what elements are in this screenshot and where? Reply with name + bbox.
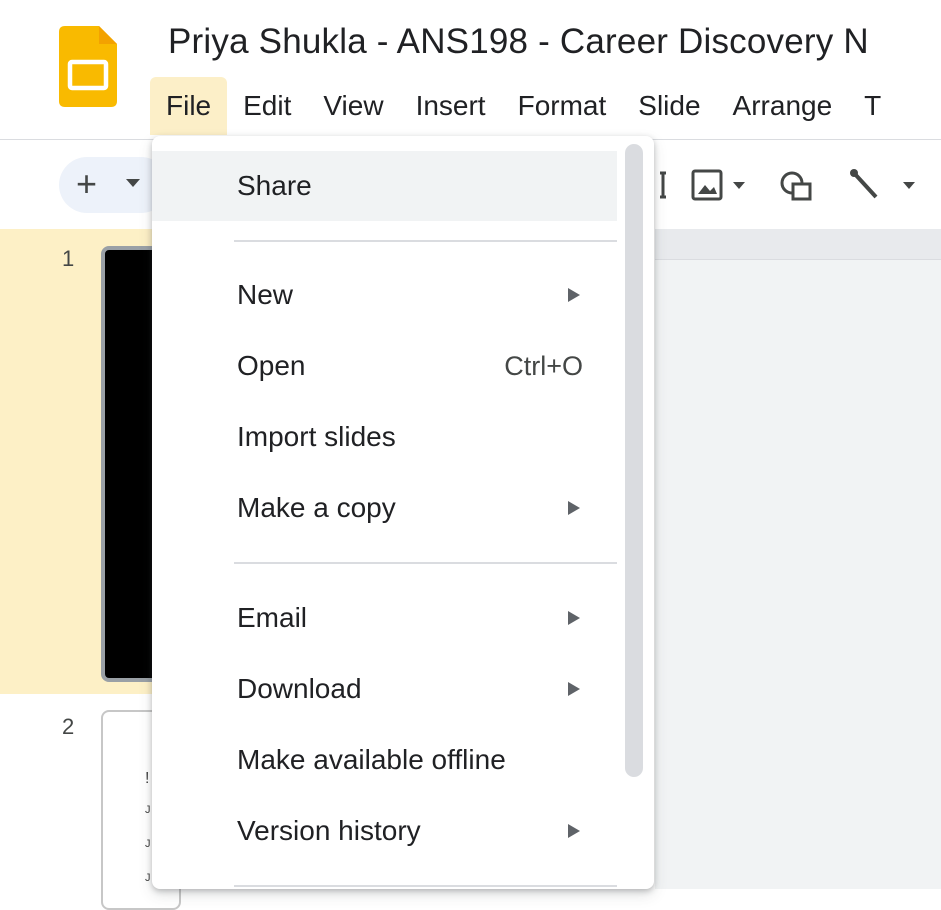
thumbnail-text: J [145,838,151,850]
menu-separator [234,885,617,887]
document-title[interactable]: Priya Shukla - ANS198 - Career Discovery… [168,22,869,62]
menu-item-label: Make available offline [237,744,506,775]
menu-item-share[interactable]: Share [152,151,617,221]
thumbnail-text: ! [145,770,150,787]
menu-item-label: Version history [237,815,421,846]
keyboard-shortcut: Ctrl+O [504,350,583,381]
line-icon[interactable] [846,163,915,207]
image-icon[interactable] [690,163,745,207]
menu-arrange[interactable]: Arrange [717,77,849,135]
menu-slide[interactable]: Slide [622,77,716,135]
menu-item-label: Make a copy [237,492,396,523]
menu-item-label: New [237,279,294,310]
menu-item-open[interactable]: Open Ctrl+O [152,331,617,401]
slides-logo-icon[interactable] [59,26,117,107]
menu-item-label: Share [237,170,312,201]
submenu-arrow-icon [568,682,580,696]
menu-item-new[interactable]: New [152,260,617,330]
add-icon[interactable]: + [76,163,97,205]
menu-view[interactable]: View [307,77,399,135]
slide-canvas-area[interactable] [655,229,941,889]
submenu-arrow-icon [568,501,580,515]
thumbnail-text: J [145,872,151,884]
menu-item-email[interactable]: Email [152,583,617,653]
menu-item-label: Import slides [237,421,396,452]
menu-separator [234,240,617,242]
menu-separator [234,562,617,564]
menu-edit[interactable]: Edit [227,77,307,135]
menu-insert[interactable]: Insert [400,77,502,135]
menu-item-import-slides[interactable]: Import slides [152,402,617,472]
ruler [655,229,941,260]
menu-format[interactable]: Format [502,77,623,135]
menu-item-make-a-copy[interactable]: Make a copy [152,473,617,543]
menu-item-label: Download [237,673,362,704]
submenu-arrow-icon [568,288,580,302]
top-bar: Priya Shukla - ANS198 - Career Discovery… [0,0,941,140]
menu-file[interactable]: File [150,77,228,135]
menu-item-version-history[interactable]: Version history [152,796,617,866]
menu-scrollbar[interactable] [625,144,643,777]
menu-item-label: Open [237,350,306,381]
submenu-arrow-icon [568,824,580,838]
shape-icon[interactable] [778,163,818,207]
slide-number: 1 [62,246,75,271]
new-slide-dropdown-icon[interactable] [126,179,140,187]
menu-tools[interactable]: T [848,77,897,135]
file-menu-dropdown: Share New Open Ctrl+O Import slides Make… [152,136,654,889]
slide-number: 2 [62,714,75,739]
thumbnail-text: J [145,804,151,816]
submenu-arrow-icon [568,611,580,625]
menu-item-make-available-offline[interactable]: Make available offline [152,725,617,795]
menu-item-download[interactable]: Download [152,654,617,724]
menu-bar: File Edit View Insert Format Slide Arran… [150,77,897,135]
menu-item-label: Email [237,602,308,633]
